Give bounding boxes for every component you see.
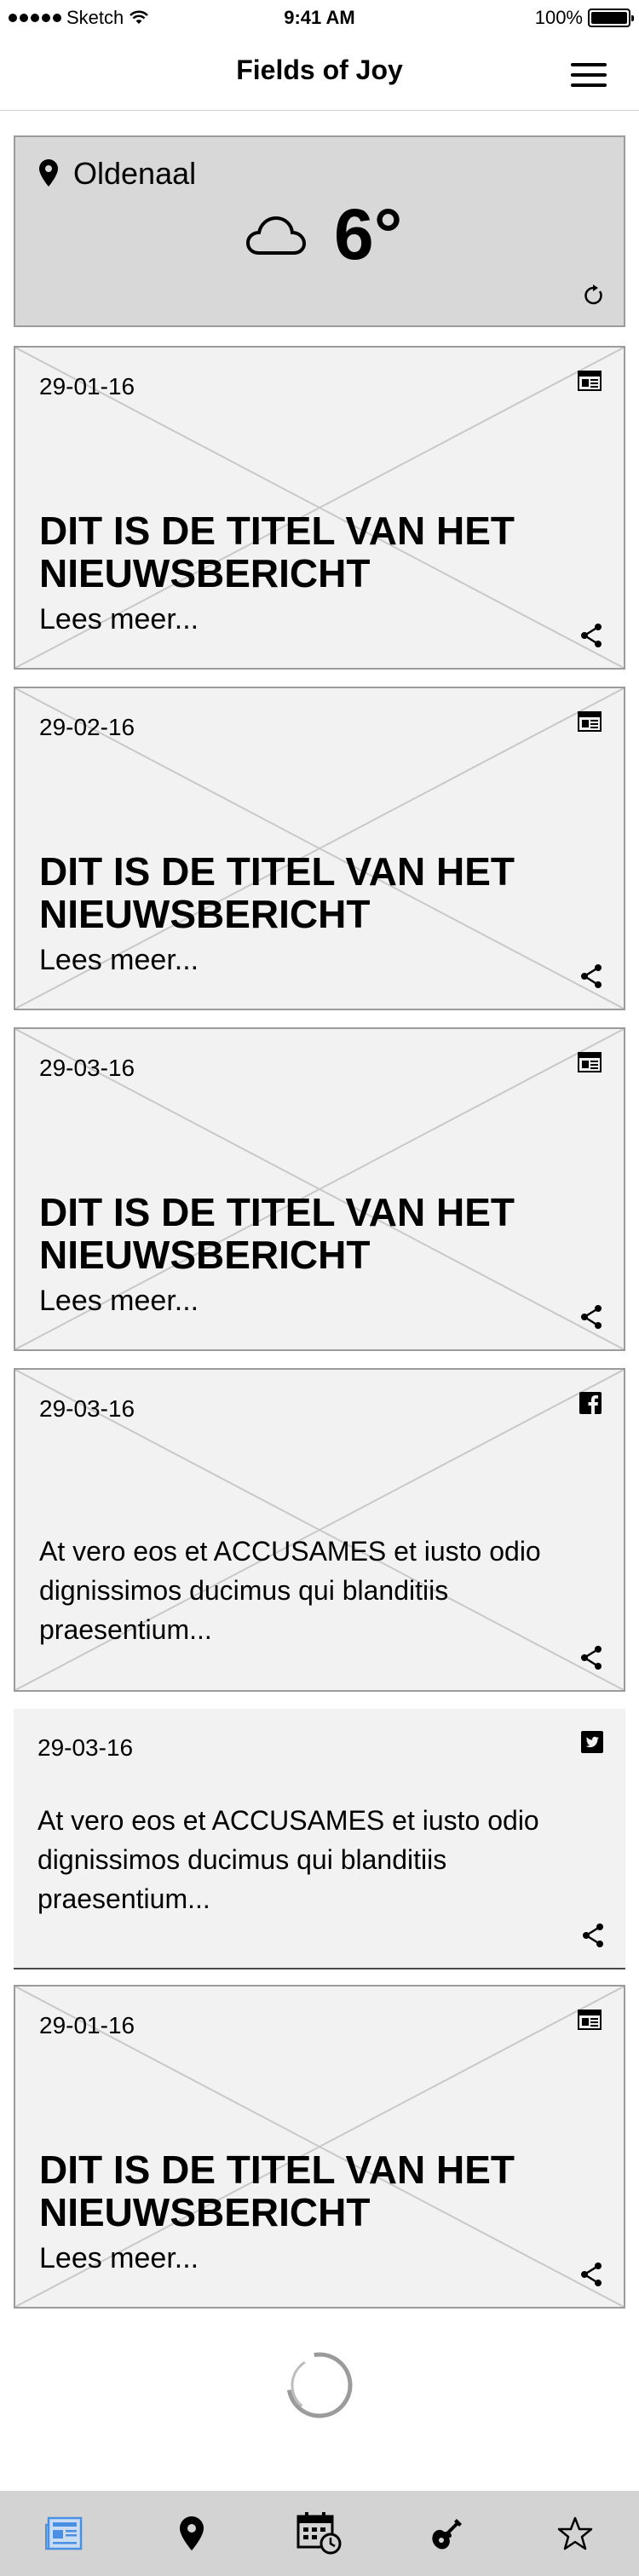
share-icon[interactable]: [581, 624, 603, 647]
card-date: 29-03-16: [39, 1055, 135, 1081]
read-more-link[interactable]: Lees meer...: [39, 1285, 199, 1318]
status-bar: Sketch 9:41 AM 100%: [0, 0, 639, 34]
navigation-bar: Fields of Joy: [0, 34, 639, 111]
tab-news[interactable]: [30, 2499, 98, 2567]
share-icon[interactable]: [581, 964, 603, 988]
card-title: DIT IS DE TITEL VAN HET NIEUWSBERICHT: [39, 2148, 515, 2234]
read-more-link[interactable]: Lees meer...: [39, 944, 199, 977]
share-icon[interactable]: [581, 1646, 603, 1670]
card-date: 29-02-16: [39, 714, 135, 740]
card-date: 29-01-16: [39, 2012, 135, 2038]
card-date: 29-01-16: [39, 373, 135, 400]
tab-location[interactable]: [158, 2499, 226, 2567]
loading-spinner-icon: [286, 2352, 353, 2418]
calendar-clock-icon: [296, 2512, 342, 2555]
read-more-link[interactable]: Lees meer...: [39, 603, 199, 636]
news-icon: [45, 2516, 83, 2550]
news-card[interactable]: 29-01-16 DIT IS DE TITEL VAN HET NIEUWSB…: [14, 1985, 625, 2309]
battery-percentage: 100%: [534, 7, 583, 28]
guitar-icon: [432, 2519, 462, 2550]
weather-widget: Oldenaal 6°: [14, 135, 625, 327]
share-icon[interactable]: [581, 2263, 603, 2286]
news-card[interactable]: 29-01-16 DIT IS DE TITEL VAN HET NIEUWSB…: [14, 346, 625, 670]
newspaper-icon: [578, 711, 602, 732]
news-card[interactable]: 29-02-16 DIT IS DE TITEL VAN HET NIEUWSB…: [14, 687, 625, 1010]
tab-music[interactable]: [413, 2499, 481, 2567]
card-date: 29-03-16: [39, 1395, 135, 1422]
newspaper-icon: [578, 371, 602, 391]
weather-temperature: 6°: [334, 194, 403, 274]
newspaper-icon: [578, 2010, 602, 2030]
card-title: DIT IS DE TITEL VAN HET NIEUWSBERICHT: [39, 849, 515, 936]
newspaper-icon: [578, 1052, 602, 1072]
tab-bar: [0, 2491, 639, 2576]
card-title: DIT IS DE TITEL VAN HET NIEUWSBERICHT: [39, 1190, 515, 1277]
share-icon[interactable]: [583, 1923, 605, 1947]
facebook-icon: [579, 1392, 602, 1414]
star-icon: [557, 2516, 593, 2550]
battery-info: 100%: [534, 7, 634, 29]
hamburger-menu-icon[interactable]: [571, 63, 607, 87]
share-icon[interactable]: [581, 1305, 603, 1329]
read-more-link[interactable]: Lees meer...: [39, 2242, 199, 2275]
cloud-icon: [245, 216, 307, 255]
card-body-text: At vero eos et ACCUSAMES et iusto odio d…: [39, 1536, 541, 1645]
news-card[interactable]: 29-03-16 DIT IS DE TITEL VAN HET NIEUWSB…: [14, 1027, 625, 1351]
weather-location: Oldenaal: [73, 156, 197, 191]
refresh-icon[interactable]: [583, 285, 605, 307]
battery-icon: [588, 9, 634, 27]
tab-agenda[interactable]: [285, 2499, 354, 2567]
facebook-post-card[interactable]: 29-03-16 At vero eos et ACCUSAMES et ius…: [14, 1368, 625, 1692]
card-body-text: At vero eos et ACCUSAMES et iusto odio d…: [37, 1805, 539, 1914]
location-pin-icon: [180, 2516, 204, 2550]
tab-favorites[interactable]: [541, 2499, 609, 2567]
card-date: 29-03-16: [37, 1734, 134, 1761]
twitter-post-card[interactable]: 29-03-16 At vero eos et ACCUSAMES et ius…: [14, 1709, 625, 1969]
card-title: DIT IS DE TITEL VAN HET NIEUWSBERICHT: [39, 509, 515, 595]
location-pin-icon: [39, 159, 58, 187]
page-title: Fields of Joy: [236, 55, 403, 85]
twitter-icon: [581, 1731, 603, 1753]
battery-level: [591, 12, 627, 24]
